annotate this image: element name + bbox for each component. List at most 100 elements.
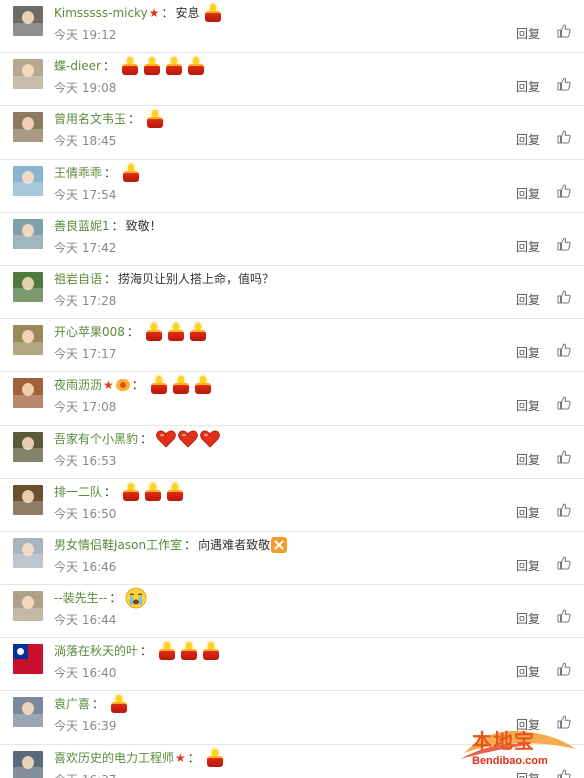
timestamp: 今天 19:08 (54, 81, 117, 96)
reply-button[interactable]: 回复 (516, 557, 540, 574)
comment-text: 致敬！ (125, 218, 162, 233)
avatar[interactable] (13, 644, 43, 675)
colon-separator: ： (104, 484, 117, 499)
avatar-body (13, 75, 43, 90)
candle-body (204, 11, 221, 22)
colon-separator: ： (102, 59, 115, 74)
comment-item: 淌落在秋天的叶： 今天 16:40 回复 (0, 638, 584, 692)
avatar-body (13, 235, 43, 249)
username-link[interactable]: 男女情侣鞋Jason工作室 (54, 537, 182, 553)
comment-item: 吾家有个小黑豹： 今天 16:53 回复 (0, 426, 584, 479)
username-link[interactable]: 开心苹果008 (54, 324, 125, 340)
comment-line: 祖岩自语：捞海贝让别人搭上命，值吗？ (54, 271, 274, 287)
username-link[interactable]: 善良蓝妮1 (54, 218, 110, 234)
reply-button[interactable]: 回复 (516, 504, 540, 521)
colon-separator: ： (104, 271, 117, 286)
avatar-body (13, 22, 43, 36)
avatar[interactable] (13, 112, 43, 143)
avatar-body (13, 394, 43, 409)
reply-button[interactable]: 回复 (516, 238, 540, 255)
reply-button[interactable]: 回复 (516, 397, 540, 414)
username-link[interactable]: 排一二队 (54, 484, 102, 500)
candle-icon (122, 482, 140, 501)
candle-body (189, 330, 206, 342)
thumbs-up-icon[interactable] (557, 184, 571, 198)
avatar[interactable] (13, 165, 43, 196)
colon-separator: ： (128, 112, 141, 127)
avatar-body (13, 448, 43, 462)
candle-body (167, 330, 184, 342)
username-link[interactable]: 吾家有个小黑豹 (54, 431, 138, 447)
thumbs-up-icon[interactable] (557, 77, 571, 91)
avatar[interactable] (13, 6, 43, 36)
username-link[interactable]: 曾用名文韦玉 (54, 111, 126, 127)
star-badge-icon: ★ (148, 6, 160, 20)
candle-icon (121, 57, 139, 76)
thumbs-up-icon[interactable] (557, 290, 571, 304)
thumbs-up-icon[interactable] (557, 556, 571, 570)
avatar[interactable] (13, 537, 43, 568)
avatar[interactable] (13, 750, 43, 778)
salute-icon (271, 536, 288, 553)
username-link[interactable]: 喜欢历史的电力工程师 (54, 750, 174, 766)
avatar-body (13, 341, 43, 356)
username-link[interactable]: 淌落在秋天的叶 (54, 643, 138, 659)
username-link[interactable]: 袁广喜 (54, 696, 90, 712)
avatar[interactable] (13, 271, 43, 302)
avatar[interactable] (13, 59, 43, 90)
star-badge-icon: ★ (103, 378, 114, 393)
timestamp: 今天 16:53 (54, 453, 117, 468)
thumbs-up-icon[interactable] (557, 24, 571, 38)
thumbs-up-icon[interactable] (557, 450, 571, 464)
thumbs-up-icon[interactable] (557, 130, 571, 144)
timestamp: 今天 17:54 (54, 187, 117, 202)
comment-item: 善良蓝妮1：致敬！ 今天 17:42 回复 (0, 213, 584, 266)
colon-separator: ： (104, 165, 117, 180)
username-link[interactable]: --装先生-- (54, 590, 107, 606)
reply-button[interactable]: 回复 (516, 344, 540, 361)
comment-item: 开心苹果008： 今天 17:17 回复 (0, 319, 584, 373)
username-link[interactable]: 王倩乖乖 (54, 165, 102, 181)
reply-button[interactable]: 回复 (516, 663, 540, 680)
comment-item: 男女情侣鞋Jason工作室：向遇难者致敬 今天 16:46 回复 (0, 532, 584, 586)
thumbs-up-icon[interactable] (557, 237, 571, 251)
avatar[interactable] (13, 697, 43, 728)
reply-button[interactable]: 回复 (516, 78, 540, 95)
comment-item: --装先生--： 今天 16:44 回复 (0, 585, 584, 639)
avatar[interactable] (13, 325, 43, 356)
avatar[interactable] (13, 484, 43, 515)
avatar-body (13, 607, 43, 622)
reply-button[interactable]: 回复 (516, 451, 540, 468)
thumbs-up-icon[interactable] (557, 396, 571, 410)
timestamp: 今天 17:42 (54, 240, 117, 255)
candle-body (167, 489, 184, 501)
avatar[interactable] (13, 431, 43, 462)
colon-separator: ： (187, 750, 200, 765)
username-link[interactable]: Kimsssss-micky (54, 5, 148, 21)
reply-button[interactable]: 回复 (516, 185, 540, 202)
candle-body (123, 489, 140, 501)
candle-body (123, 170, 140, 182)
candle-icon (166, 482, 184, 501)
avatar[interactable] (13, 378, 43, 409)
comment-text: 向遇难者致敬 (198, 537, 271, 552)
thumbs-up-icon[interactable] (557, 609, 571, 623)
watermark-logo: 本地宝 Bendibao.com (458, 719, 582, 775)
username-link[interactable]: 夜雨沥沥 (54, 377, 102, 393)
candle-body (181, 649, 198, 661)
candle-icon (206, 748, 224, 767)
candle-body (203, 649, 220, 661)
vip-badge-icon (115, 379, 130, 392)
thumbs-up-icon[interactable] (557, 662, 571, 676)
reply-button[interactable]: 回复 (516, 610, 540, 627)
thumbs-up-icon[interactable] (557, 343, 571, 357)
username-link[interactable]: 蝶-dieer (54, 58, 101, 74)
reply-button[interactable]: 回复 (516, 131, 540, 148)
reply-button[interactable]: 回复 (516, 25, 540, 42)
reply-button[interactable]: 回复 (516, 291, 540, 308)
candle-icon (204, 4, 222, 22)
avatar[interactable] (13, 218, 43, 249)
username-link[interactable]: 祖岩自语 (54, 271, 102, 287)
avatar[interactable] (13, 591, 43, 622)
thumbs-up-icon[interactable] (557, 503, 571, 517)
